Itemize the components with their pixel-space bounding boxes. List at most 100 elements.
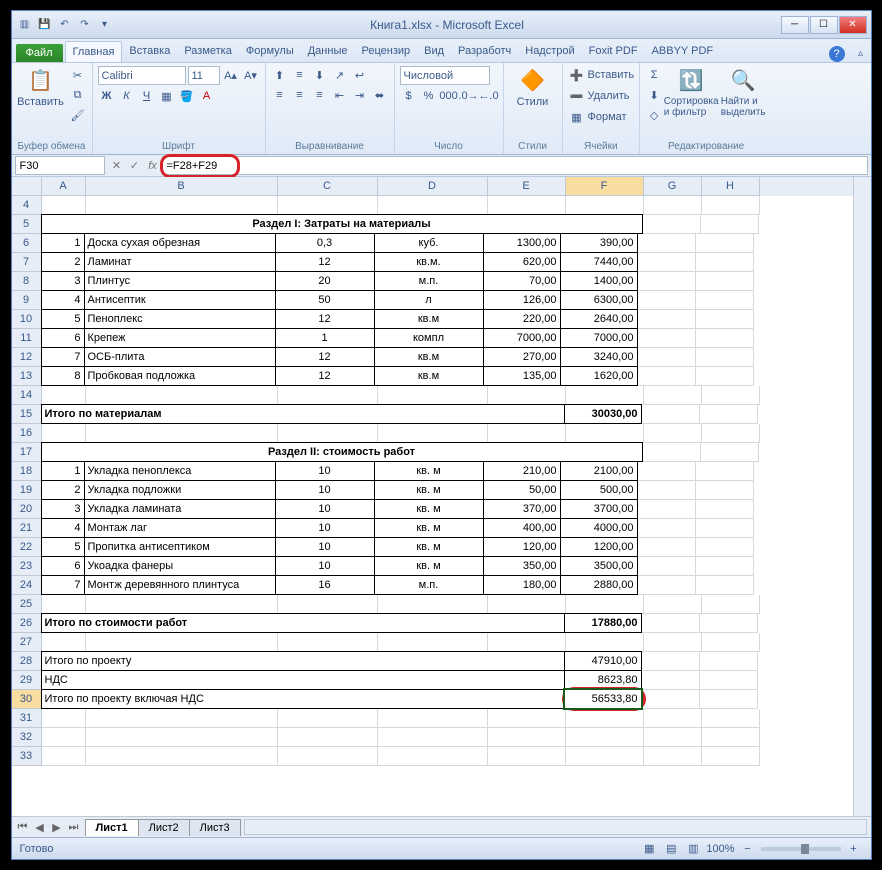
save-icon[interactable]: 💾 <box>36 16 54 34</box>
cell-B22[interactable]: Пропитка антисептиком <box>84 537 276 557</box>
align-left-icon[interactable]: ≡ <box>271 86 289 104</box>
cell-F12[interactable]: 3240,00 <box>560 347 638 367</box>
cell-G9[interactable] <box>638 291 696 310</box>
sheet-next-icon[interactable]: ▶ <box>49 821 65 834</box>
autosum-icon[interactable]: Σ <box>645 66 663 84</box>
cell-F32[interactable] <box>566 728 644 747</box>
cell-B14[interactable] <box>86 386 278 405</box>
row-header-4[interactable]: 4 <box>12 196 42 215</box>
fill-color-icon[interactable]: 🪣 <box>178 87 196 105</box>
bold-icon[interactable]: Ж <box>98 87 116 105</box>
cell-H27[interactable] <box>702 633 760 652</box>
cell-G23[interactable] <box>638 557 696 576</box>
row-header-23[interactable]: 23 <box>12 557 42 576</box>
cell-E8[interactable]: 70,00 <box>483 271 561 291</box>
cell-H22[interactable] <box>696 538 754 557</box>
row-header-6[interactable]: 6 <box>12 234 42 253</box>
cell-F24[interactable]: 2880,00 <box>560 575 638 595</box>
cell-G16[interactable] <box>644 424 702 443</box>
align-bottom-icon[interactable]: ⬇ <box>311 66 329 84</box>
cell-A4[interactable] <box>42 196 86 215</box>
tab-вставка[interactable]: Вставка <box>122 41 177 62</box>
cell-H9[interactable] <box>696 291 754 310</box>
cell-D19[interactable]: кв. м <box>374 480 484 500</box>
row-header-25[interactable]: 25 <box>12 595 42 614</box>
delete-cells-button[interactable]: ➖Удалить <box>568 87 635 105</box>
insert-cells-button[interactable]: ➕Вставить <box>568 66 635 84</box>
cell-A31[interactable] <box>42 709 86 728</box>
cell-E10[interactable]: 220,00 <box>483 309 561 329</box>
styles-button[interactable]: 🔶 Стили <box>509 66 557 108</box>
cell-G10[interactable] <box>638 310 696 329</box>
cell-F20[interactable]: 3700,00 <box>560 499 638 519</box>
cell-F13[interactable]: 1620,00 <box>560 366 638 386</box>
cell-H18[interactable] <box>696 462 754 481</box>
cell-F7[interactable]: 7440,00 <box>560 252 638 272</box>
ribbon-minimize-icon[interactable]: ▵ <box>851 44 871 62</box>
help-icon[interactable]: ? <box>829 46 845 62</box>
total-label[interactable]: Итого по стоимости работ <box>41 613 565 633</box>
row-header-7[interactable]: 7 <box>12 253 42 272</box>
cell-D21[interactable]: кв. м <box>374 518 484 538</box>
cell[interactable] <box>643 443 701 462</box>
cell-C21[interactable]: 10 <box>275 518 375 538</box>
cell-D11[interactable]: компл <box>374 328 484 348</box>
zoom-level[interactable]: 100% <box>706 843 734 855</box>
row-header-11[interactable]: 11 <box>12 329 42 348</box>
orientation-icon[interactable]: ↗ <box>331 66 349 84</box>
cell-E16[interactable] <box>488 424 566 443</box>
cell-B10[interactable]: Пеноплекс <box>84 309 276 329</box>
fill-icon[interactable]: ⬇ <box>645 86 663 104</box>
cell-D7[interactable]: кв.м. <box>374 252 484 272</box>
cell-E7[interactable]: 620,00 <box>483 252 561 272</box>
cell-E33[interactable] <box>488 747 566 766</box>
cell-H33[interactable] <box>702 747 760 766</box>
comma-icon[interactable]: 000 <box>440 87 458 105</box>
cell-A6[interactable]: 1 <box>41 233 85 253</box>
cell-H11[interactable] <box>696 329 754 348</box>
row-header-9[interactable]: 9 <box>12 291 42 310</box>
cell-D33[interactable] <box>378 747 488 766</box>
cell-G22[interactable] <box>638 538 696 557</box>
cell-C11[interactable]: 1 <box>275 328 375 348</box>
cell-F10[interactable]: 2640,00 <box>560 309 638 329</box>
find-select-button[interactable]: 🔍 Найти и выделить <box>719 66 767 118</box>
row-header-10[interactable]: 10 <box>12 310 42 329</box>
cell-A20[interactable]: 3 <box>41 499 85 519</box>
cell-A21[interactable]: 4 <box>41 518 85 538</box>
row-header-8[interactable]: 8 <box>12 272 42 291</box>
merge-icon[interactable]: ⬌ <box>371 86 389 104</box>
cell-D14[interactable] <box>378 386 488 405</box>
cell-E32[interactable] <box>488 728 566 747</box>
cell-A19[interactable]: 2 <box>41 480 85 500</box>
cell-B13[interactable]: Пробковая подложка <box>84 366 276 386</box>
cell-H13[interactable] <box>696 367 754 386</box>
cell-B19[interactable]: Укладка подложки <box>84 480 276 500</box>
excel-icon[interactable]: ▥ <box>16 16 34 34</box>
cell-H23[interactable] <box>696 557 754 576</box>
align-right-icon[interactable]: ≡ <box>311 86 329 104</box>
sort-filter-button[interactable]: 🔃 Сортировка и фильтр <box>667 66 715 118</box>
cell-F33[interactable] <box>566 747 644 766</box>
cell-C31[interactable] <box>278 709 378 728</box>
zoom-out-icon[interactable]: − <box>739 840 757 858</box>
increase-decimal-icon[interactable]: .0→ <box>460 87 478 105</box>
cell-C12[interactable]: 12 <box>275 347 375 367</box>
sheet-prev-icon[interactable]: ◀ <box>32 821 48 834</box>
cell[interactable] <box>701 215 759 234</box>
cell-H31[interactable] <box>702 709 760 728</box>
cell-E27[interactable] <box>488 633 566 652</box>
cell-A7[interactable]: 2 <box>41 252 85 272</box>
cell-B11[interactable]: Крепеж <box>84 328 276 348</box>
cell-D24[interactable]: м.п. <box>374 575 484 595</box>
cell-B12[interactable]: ОСБ-плита <box>84 347 276 367</box>
cell-B33[interactable] <box>86 747 278 766</box>
name-box[interactable]: F30 <box>15 156 105 175</box>
cell-E22[interactable]: 120,00 <box>483 537 561 557</box>
cell[interactable] <box>700 614 758 633</box>
summary-label[interactable]: Итого по проекту включая НДС <box>41 689 565 709</box>
copy-icon[interactable]: ⧉ <box>69 86 87 104</box>
cell-G18[interactable] <box>638 462 696 481</box>
cell-G7[interactable] <box>638 253 696 272</box>
cell-H8[interactable] <box>696 272 754 291</box>
